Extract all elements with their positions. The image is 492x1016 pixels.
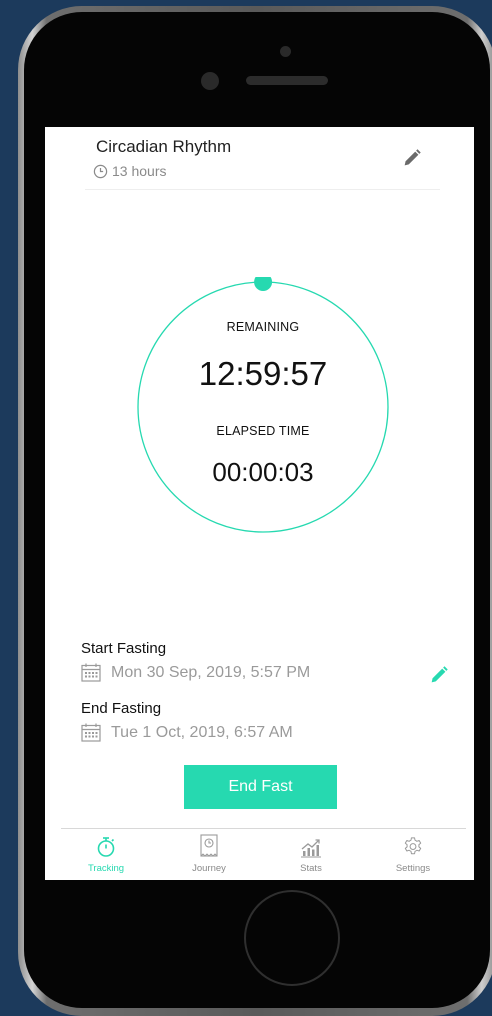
end-fast-button[interactable]: End Fast: [184, 765, 337, 809]
gear-icon: [404, 837, 422, 855]
elapsed-label: ELAPSED TIME: [216, 424, 310, 438]
tab-tracking-label: Tracking: [87, 863, 125, 874]
front-camera: [201, 72, 219, 90]
timer-ring-graphic: [137, 277, 389, 533]
timer-progress-knob[interactable]: [254, 277, 273, 291]
tab-journey[interactable]: Journey: [164, 832, 254, 874]
calendar-icon: [81, 663, 101, 682]
front-sensor: [280, 46, 291, 57]
pencil-icon: [431, 666, 448, 683]
journey-icon: [200, 834, 218, 857]
tab-stats[interactable]: Stats: [266, 832, 356, 874]
end-fasting-label: End Fasting: [81, 700, 162, 717]
tab-journey-label: Journey: [192, 863, 226, 874]
tab-bar: Tracking Journey Stats Settings: [45, 832, 474, 880]
edit-times-button[interactable]: [428, 664, 450, 686]
end-fasting-value: Tue 1 Oct, 2019, 6:57 AM: [111, 723, 293, 741]
plan-duration: 13 hours: [93, 163, 166, 179]
tab-stats-label: Stats: [300, 863, 322, 874]
clock-icon: [93, 164, 108, 178]
timer-ring: [133, 277, 393, 537]
calendar-icon: [81, 723, 101, 742]
pencil-icon: [404, 149, 421, 166]
end-fasting-field[interactable]: Tue 1 Oct, 2019, 6:57 AM: [81, 723, 293, 742]
earpiece-speaker: [246, 76, 328, 85]
start-fasting-label: Start Fasting: [81, 640, 167, 657]
tab-bar-divider: [61, 828, 466, 829]
header-divider: [85, 189, 440, 190]
start-fasting-value: Mon 30 Sep, 2019, 5:57 PM: [111, 663, 311, 681]
plan-name: Circadian Rhythm: [96, 137, 232, 156]
tab-tracking[interactable]: Tracking: [61, 832, 151, 874]
start-fasting-field[interactable]: Mon 30 Sep, 2019, 5:57 PM: [81, 663, 310, 682]
edit-plan-button[interactable]: [401, 147, 423, 169]
elapsed-time: 00:00:03: [212, 457, 314, 487]
app-screen: Circadian Rhythm 13 hours REMAINING 12:5…: [45, 127, 474, 880]
home-button[interactable]: [244, 890, 340, 986]
remaining-time: 12:59:57: [198, 355, 328, 392]
tab-settings[interactable]: Settings: [368, 832, 458, 874]
plan-duration-text: 13 hours: [112, 163, 167, 179]
stats-chart-icon: [301, 839, 321, 858]
remaining-label: REMAINING: [226, 320, 300, 334]
stopwatch-icon: [97, 837, 115, 857]
tab-settings-label: Settings: [395, 863, 431, 874]
